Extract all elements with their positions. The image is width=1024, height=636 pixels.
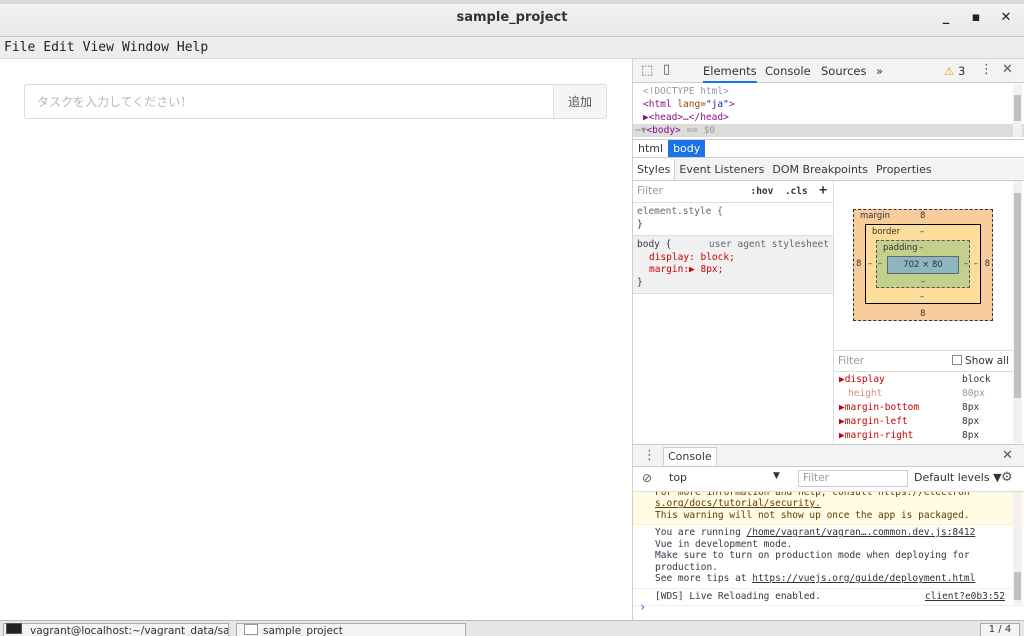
window-title: sample_project <box>456 10 568 25</box>
warning-count: 3 <box>957 64 966 78</box>
computed-row[interactable]: ▶margin-bottom 8px <box>839 401 1013 415</box>
wds-source-link[interactable]: client?e0b3:52 <box>925 591 1005 603</box>
app-window-icon <box>244 624 258 635</box>
console-scroll-thumb[interactable] <box>1014 572 1021 600</box>
dom-body-selected[interactable]: ⋯▼<body> == $0 <box>633 124 1024 137</box>
console-toolbar: ⊘ top ▼ Filter Default levels ▼ ⚙ <box>633 467 1024 492</box>
console-log-message: [WDS] Live Reloading enabled. client?e0b3… <box>633 589 1024 606</box>
computed-row[interactable]: height 80px <box>839 387 1013 401</box>
drawer-menu-icon[interactable]: ⋮ <box>643 448 656 463</box>
title-bar: sample_project _ ▪ ✕ <box>0 0 1024 37</box>
dom-scroll-thumb[interactable] <box>1014 95 1021 121</box>
cls-toggle[interactable]: .cls <box>785 186 808 197</box>
tab-sources[interactable]: Sources <box>821 64 867 78</box>
kebab-menu-icon[interactable]: ⋮ <box>980 62 993 77</box>
maximize-button[interactable]: ▪ <box>966 10 986 30</box>
new-rule-button[interactable]: + <box>819 183 827 198</box>
minimize-button[interactable]: _ <box>936 10 956 30</box>
dom-scrollbar[interactable] <box>1013 85 1022 137</box>
console-log-message: You are running /home/vagrant/vagran….co… <box>633 525 1024 589</box>
taskbar-item-terminal[interactable]: vagrant@localhost:~/vagrant_data/sa... <box>3 623 229 636</box>
box-model-border[interactable]: border – – – – padding – – – – 702 × 80 <box>865 224 981 304</box>
clear-console-icon[interactable]: ⊘ <box>642 471 652 485</box>
console-drawer-tab[interactable]: Console <box>663 447 717 465</box>
console-filter-input[interactable]: Filter <box>798 470 908 487</box>
box-model-content[interactable]: 702 × 80 <box>887 256 959 274</box>
close-devtools-icon[interactable]: ✕ <box>1002 62 1013 77</box>
vue-source-link[interactable]: /home/vagrant/vagran….common.dev.js:8412 <box>747 527 976 538</box>
context-select[interactable]: top ▼ <box>669 471 789 484</box>
menu-edit[interactable]: Edit <box>39 37 78 55</box>
dom-doctype[interactable]: <!DOCTYPE html> <box>643 85 1024 98</box>
breadcrumb-html[interactable]: html <box>633 140 668 157</box>
subtab-properties[interactable]: Properties <box>872 159 936 180</box>
taskbar: vagrant@localhost:~/vagrant_data/sa... s… <box>0 620 1024 636</box>
tab-console[interactable]: Console <box>765 64 811 78</box>
breadcrumb-body[interactable]: body <box>668 140 706 157</box>
warning-icon: ⚠ <box>944 64 955 78</box>
taskbar-item-app[interactable]: sample_project <box>236 623 466 636</box>
more-tabs-button[interactable]: » <box>876 64 883 78</box>
subtab-dom-breakpoints[interactable]: DOM Breakpoints <box>768 159 872 180</box>
body-ua-rule[interactable]: body {user agent stylesheet display: blo… <box>633 236 833 294</box>
warning-counter[interactable]: ⚠ 3 <box>944 64 965 78</box>
menu-bar: File Edit View Window Help <box>0 37 1024 59</box>
chevron-down-icon: ▼ <box>773 471 780 481</box>
dom-tree: <!DOCTYPE html> <html lang="ja"> ▶<head>… <box>633 83 1024 139</box>
console-settings-gear-icon[interactable]: ⚙ <box>1001 470 1013 485</box>
element-style-rule[interactable]: element.style { } <box>633 203 833 236</box>
styles-pane: Filter :hov .cls + element.style { } bod… <box>633 181 833 443</box>
computed-row[interactable]: ▶margin-right 8px <box>839 429 1013 443</box>
prop-display[interactable]: display: block; <box>637 252 829 265</box>
add-button[interactable]: 追加 <box>553 84 607 119</box>
close-window-button[interactable]: ✕ <box>996 10 1016 30</box>
box-model-padding[interactable]: padding – – – – 702 × 80 <box>876 240 970 288</box>
ua-stylesheet-label: user agent stylesheet <box>708 239 829 250</box>
console-messages: For more information and help, consult h… <box>633 492 1024 620</box>
console-warning-message: For more information and help, consult h… <box>633 492 1024 525</box>
app-content: 追加 <box>0 59 632 620</box>
console-scrollbar[interactable] <box>1013 492 1022 604</box>
vue-docs-link[interactable]: https://vuejs.org/guide/deployment.html <box>752 573 975 584</box>
breadcrumb: html body <box>633 139 1024 158</box>
inspect-element-icon[interactable]: ⬚ <box>641 63 653 78</box>
menu-help[interactable]: Help <box>173 37 212 55</box>
close-drawer-icon[interactable]: ✕ <box>1002 448 1013 463</box>
prop-margin[interactable]: margin:▶ 8px; <box>637 264 829 277</box>
styles-scrollbar[interactable] <box>1013 181 1022 443</box>
computed-filter-input[interactable]: Filter Show all <box>833 350 1013 372</box>
dom-html[interactable]: <html lang="ja"> <box>643 98 1024 111</box>
elements-subtabs: Styles Event Listeners DOM Breakpoints Prop… <box>633 159 1024 181</box>
device-toolbar-icon[interactable]: ▯ <box>663 62 670 77</box>
subtab-event-listeners[interactable]: Event Listeners <box>675 159 768 180</box>
computed-row[interactable]: ▶margin-left 8px <box>839 415 1013 429</box>
devtools-panel: ⬚ ▯ Elements Console Sources » ⚠ 3 ⋮ ✕ <… <box>632 59 1024 620</box>
subtab-styles[interactable]: Styles <box>633 159 676 180</box>
hov-toggle[interactable]: :hov <box>750 186 773 197</box>
menu-file[interactable]: File <box>0 37 39 55</box>
workspace-indicator[interactable]: 1 / 4 <box>980 623 1020 636</box>
show-all-checkbox[interactable] <box>952 355 963 365</box>
log-levels-dropdown[interactable]: Default levels ▼ <box>914 471 1002 484</box>
terminal-icon <box>6 623 22 634</box>
console-prompt[interactable]: › <box>639 601 646 614</box>
box-model-margin[interactable]: margin 8 8 8 8 border – – – – padding – … <box>853 209 993 321</box>
devtools-tab-bar: ⬚ ▯ Elements Console Sources » ⚠ 3 ⋮ ✕ <box>633 59 1024 83</box>
computed-row[interactable]: ▶display block <box>839 373 1013 387</box>
tab-elements[interactable]: Elements <box>703 64 757 83</box>
box-model-diagram: margin 8 8 8 8 border – – – – padding – … <box>833 181 1013 349</box>
menu-view[interactable]: View <box>79 37 118 55</box>
computed-properties: ▶display block height 80px ▶margin-bottom 8… <box>833 373 1013 443</box>
styles-scroll-thumb[interactable] <box>1014 193 1021 398</box>
styles-filter-input[interactable]: Filter :hov .cls + <box>633 181 833 203</box>
menu-window[interactable]: Window <box>118 37 173 55</box>
show-all-toggle[interactable]: Show all <box>952 355 1009 367</box>
console-drawer-header: ⋮ Console ✕ <box>633 444 1024 467</box>
dom-head[interactable]: ▶<head>…</head> <box>643 111 1024 124</box>
task-input[interactable] <box>24 84 554 119</box>
